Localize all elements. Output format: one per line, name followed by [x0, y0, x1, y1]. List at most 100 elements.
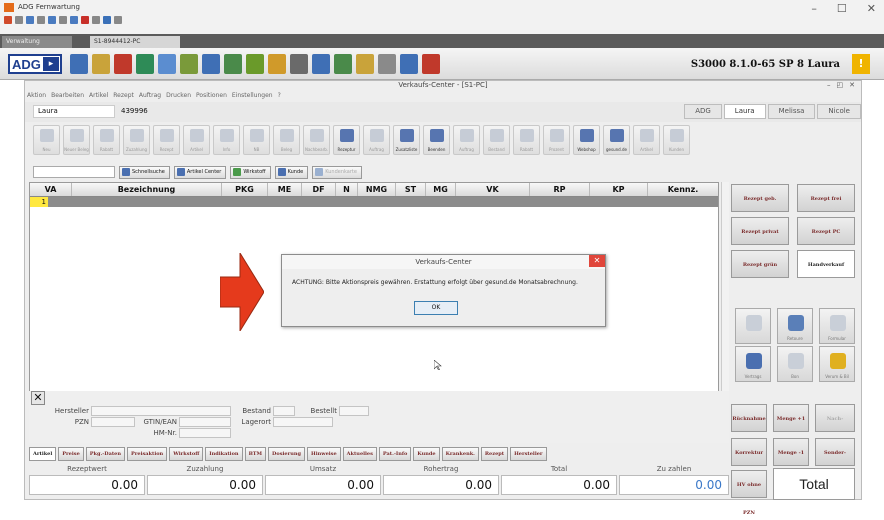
- minimize-icon[interactable]: –: [811, 2, 817, 15]
- retoure-button[interactable]: Retoure: [777, 308, 813, 344]
- col-pkg[interactable]: PKG: [222, 183, 268, 196]
- tab-nicole[interactable]: Nicole: [817, 104, 861, 119]
- function-button-12[interactable]: Zusatzliste: [393, 125, 420, 155]
- quick-icon[interactable]: [92, 16, 100, 24]
- quick-icon[interactable]: [81, 16, 89, 24]
- tab-session[interactable]: S1-8944412-PC: [90, 36, 180, 48]
- function-button-20[interactable]: Artikel: [633, 125, 660, 155]
- rezept-pc-button[interactable]: Rezept PC: [797, 217, 855, 245]
- quick-icon[interactable]: [15, 16, 23, 24]
- toolbar-icon[interactable]: [422, 54, 440, 74]
- schnellsuche-button[interactable]: Schnellsuche: [119, 165, 170, 179]
- tab-verwaltung[interactable]: Verwaltung: [2, 36, 72, 48]
- toolbar-icon[interactable]: [224, 54, 242, 74]
- nachlieferung-button[interactable]: Nach-lieferung: [815, 404, 855, 450]
- detail-tab-3[interactable]: Preisaktion: [127, 447, 168, 461]
- quick-icon[interactable]: [114, 16, 122, 24]
- notification-badge[interactable]: !: [852, 54, 870, 74]
- function-button-18[interactable]: Webshop: [573, 125, 600, 155]
- grid-vertical-scrollbar[interactable]: [721, 182, 729, 394]
- quick-icon[interactable]: [4, 16, 12, 24]
- detail-tab-11[interactable]: Kunde: [413, 447, 440, 461]
- menu-bearbeiten[interactable]: Bearbeiten: [51, 92, 84, 101]
- close-icon[interactable]: ✕: [849, 81, 855, 89]
- menu-auftrag[interactable]: Auftrag: [139, 92, 161, 101]
- function-button-6[interactable]: Info: [213, 125, 240, 155]
- korrektur-button[interactable]: Korrektur: [731, 438, 767, 466]
- function-button-8[interactable]: Beleg: [273, 125, 300, 155]
- hmnr-field[interactable]: [179, 428, 231, 438]
- function-button-1[interactable]: Neuer Beleg: [63, 125, 90, 155]
- function-button-13[interactable]: Beenden: [423, 125, 450, 155]
- toolbar-icon[interactable]: [180, 54, 198, 74]
- user-name-field[interactable]: Laura: [33, 105, 115, 118]
- table-row[interactable]: 1: [30, 197, 718, 207]
- rezept-gruen-button[interactable]: Rezept grün: [731, 250, 789, 278]
- toolbar-icon[interactable]: [268, 54, 286, 74]
- col-n[interactable]: N: [336, 183, 358, 196]
- total-button[interactable]: Total: [773, 468, 855, 500]
- toolbar-icon[interactable]: [312, 54, 330, 74]
- function-button-9[interactable]: Nachbearb.: [303, 125, 330, 155]
- kunde-button[interactable]: Kunde: [274, 165, 309, 179]
- toolbar-icon[interactable]: [400, 54, 418, 74]
- detail-tab-9[interactable]: Aktuelles: [342, 447, 377, 461]
- detail-tab-6[interactable]: BTM: [244, 447, 267, 461]
- rezept-frei-button[interactable]: Rezept frei: [797, 184, 855, 212]
- tab-laura[interactable]: Laura: [723, 104, 766, 119]
- restore-icon[interactable]: ◰: [837, 81, 844, 89]
- toolbar-icon[interactable]: [246, 54, 264, 74]
- function-button-5[interactable]: Artikel: [183, 125, 210, 155]
- function-button-15[interactable]: Bestand: [483, 125, 510, 155]
- menu-positionen[interactable]: Positionen: [196, 92, 227, 101]
- function-button-7[interactable]: NB: [243, 125, 270, 155]
- menu-drucken[interactable]: Drucken: [166, 92, 191, 101]
- handverkauf-button[interactable]: Handverkauf: [797, 250, 855, 278]
- col-mg[interactable]: MG: [426, 183, 456, 196]
- rezept-privat-button[interactable]: Rezept privat: [731, 217, 789, 245]
- formular-button[interactable]: Formular: [819, 308, 855, 344]
- menu-artikel[interactable]: Artikel: [89, 92, 108, 101]
- detail-tab-1[interactable]: Preise: [58, 447, 84, 461]
- tab-adg[interactable]: ADG: [684, 104, 722, 119]
- menu-help[interactable]: ?: [278, 92, 281, 101]
- toolbar-icon[interactable]: [136, 54, 154, 74]
- ok-button[interactable]: OK: [414, 301, 458, 315]
- function-button-17[interactable]: Prozent: [543, 125, 570, 155]
- quick-icon[interactable]: [48, 16, 56, 24]
- bestand-field[interactable]: [273, 406, 295, 416]
- detail-tab-12[interactable]: Krankenk.: [441, 447, 479, 461]
- detail-tab-8[interactable]: Hinweise: [307, 447, 341, 461]
- dauer-button[interactable]: [735, 308, 771, 344]
- col-vk[interactable]: VK: [456, 183, 530, 196]
- menu-rezept[interactable]: Rezept: [113, 92, 134, 101]
- minimize-icon[interactable]: –: [827, 81, 831, 89]
- function-button-21[interactable]: Kunden: [663, 125, 690, 155]
- kundenkarte-button[interactable]: Kundenkarte: [312, 165, 362, 179]
- function-button-0[interactable]: Neu: [33, 125, 60, 155]
- quick-icon[interactable]: [26, 16, 34, 24]
- function-button-11[interactable]: Auftrag: [363, 125, 390, 155]
- verum-button[interactable]: Verum & Bil: [819, 346, 855, 382]
- toolbar-icon[interactable]: [70, 54, 88, 74]
- toolbar-icon[interactable]: [114, 54, 132, 74]
- function-button-19[interactable]: gesund.de: [603, 125, 630, 155]
- tab-melissa[interactable]: Melissa: [767, 104, 816, 119]
- detail-tab-4[interactable]: Wirkstoff: [169, 447, 204, 461]
- function-button-3[interactable]: Zuzahlung: [123, 125, 150, 155]
- toolbar-icon[interactable]: [202, 54, 220, 74]
- col-me[interactable]: ME: [268, 183, 302, 196]
- toolbar-icon[interactable]: [158, 54, 176, 74]
- menge-minus-button[interactable]: Menge -1: [773, 438, 809, 466]
- bon-button[interactable]: Bon: [777, 346, 813, 382]
- sonderposition-button[interactable]: Sonder-position: [815, 438, 855, 484]
- quick-icon[interactable]: [37, 16, 45, 24]
- close-detail-icon[interactable]: ✕: [31, 391, 45, 405]
- quick-icon[interactable]: [103, 16, 111, 24]
- toolbar-icon[interactable]: [356, 54, 374, 74]
- quick-icon[interactable]: [59, 16, 67, 24]
- col-kennz[interactable]: Kennz.: [648, 183, 718, 196]
- col-rp[interactable]: RP: [530, 183, 590, 196]
- artikel-center-button[interactable]: Artikel Center: [173, 165, 227, 179]
- vertrags-button[interactable]: Vertrags: [735, 346, 771, 382]
